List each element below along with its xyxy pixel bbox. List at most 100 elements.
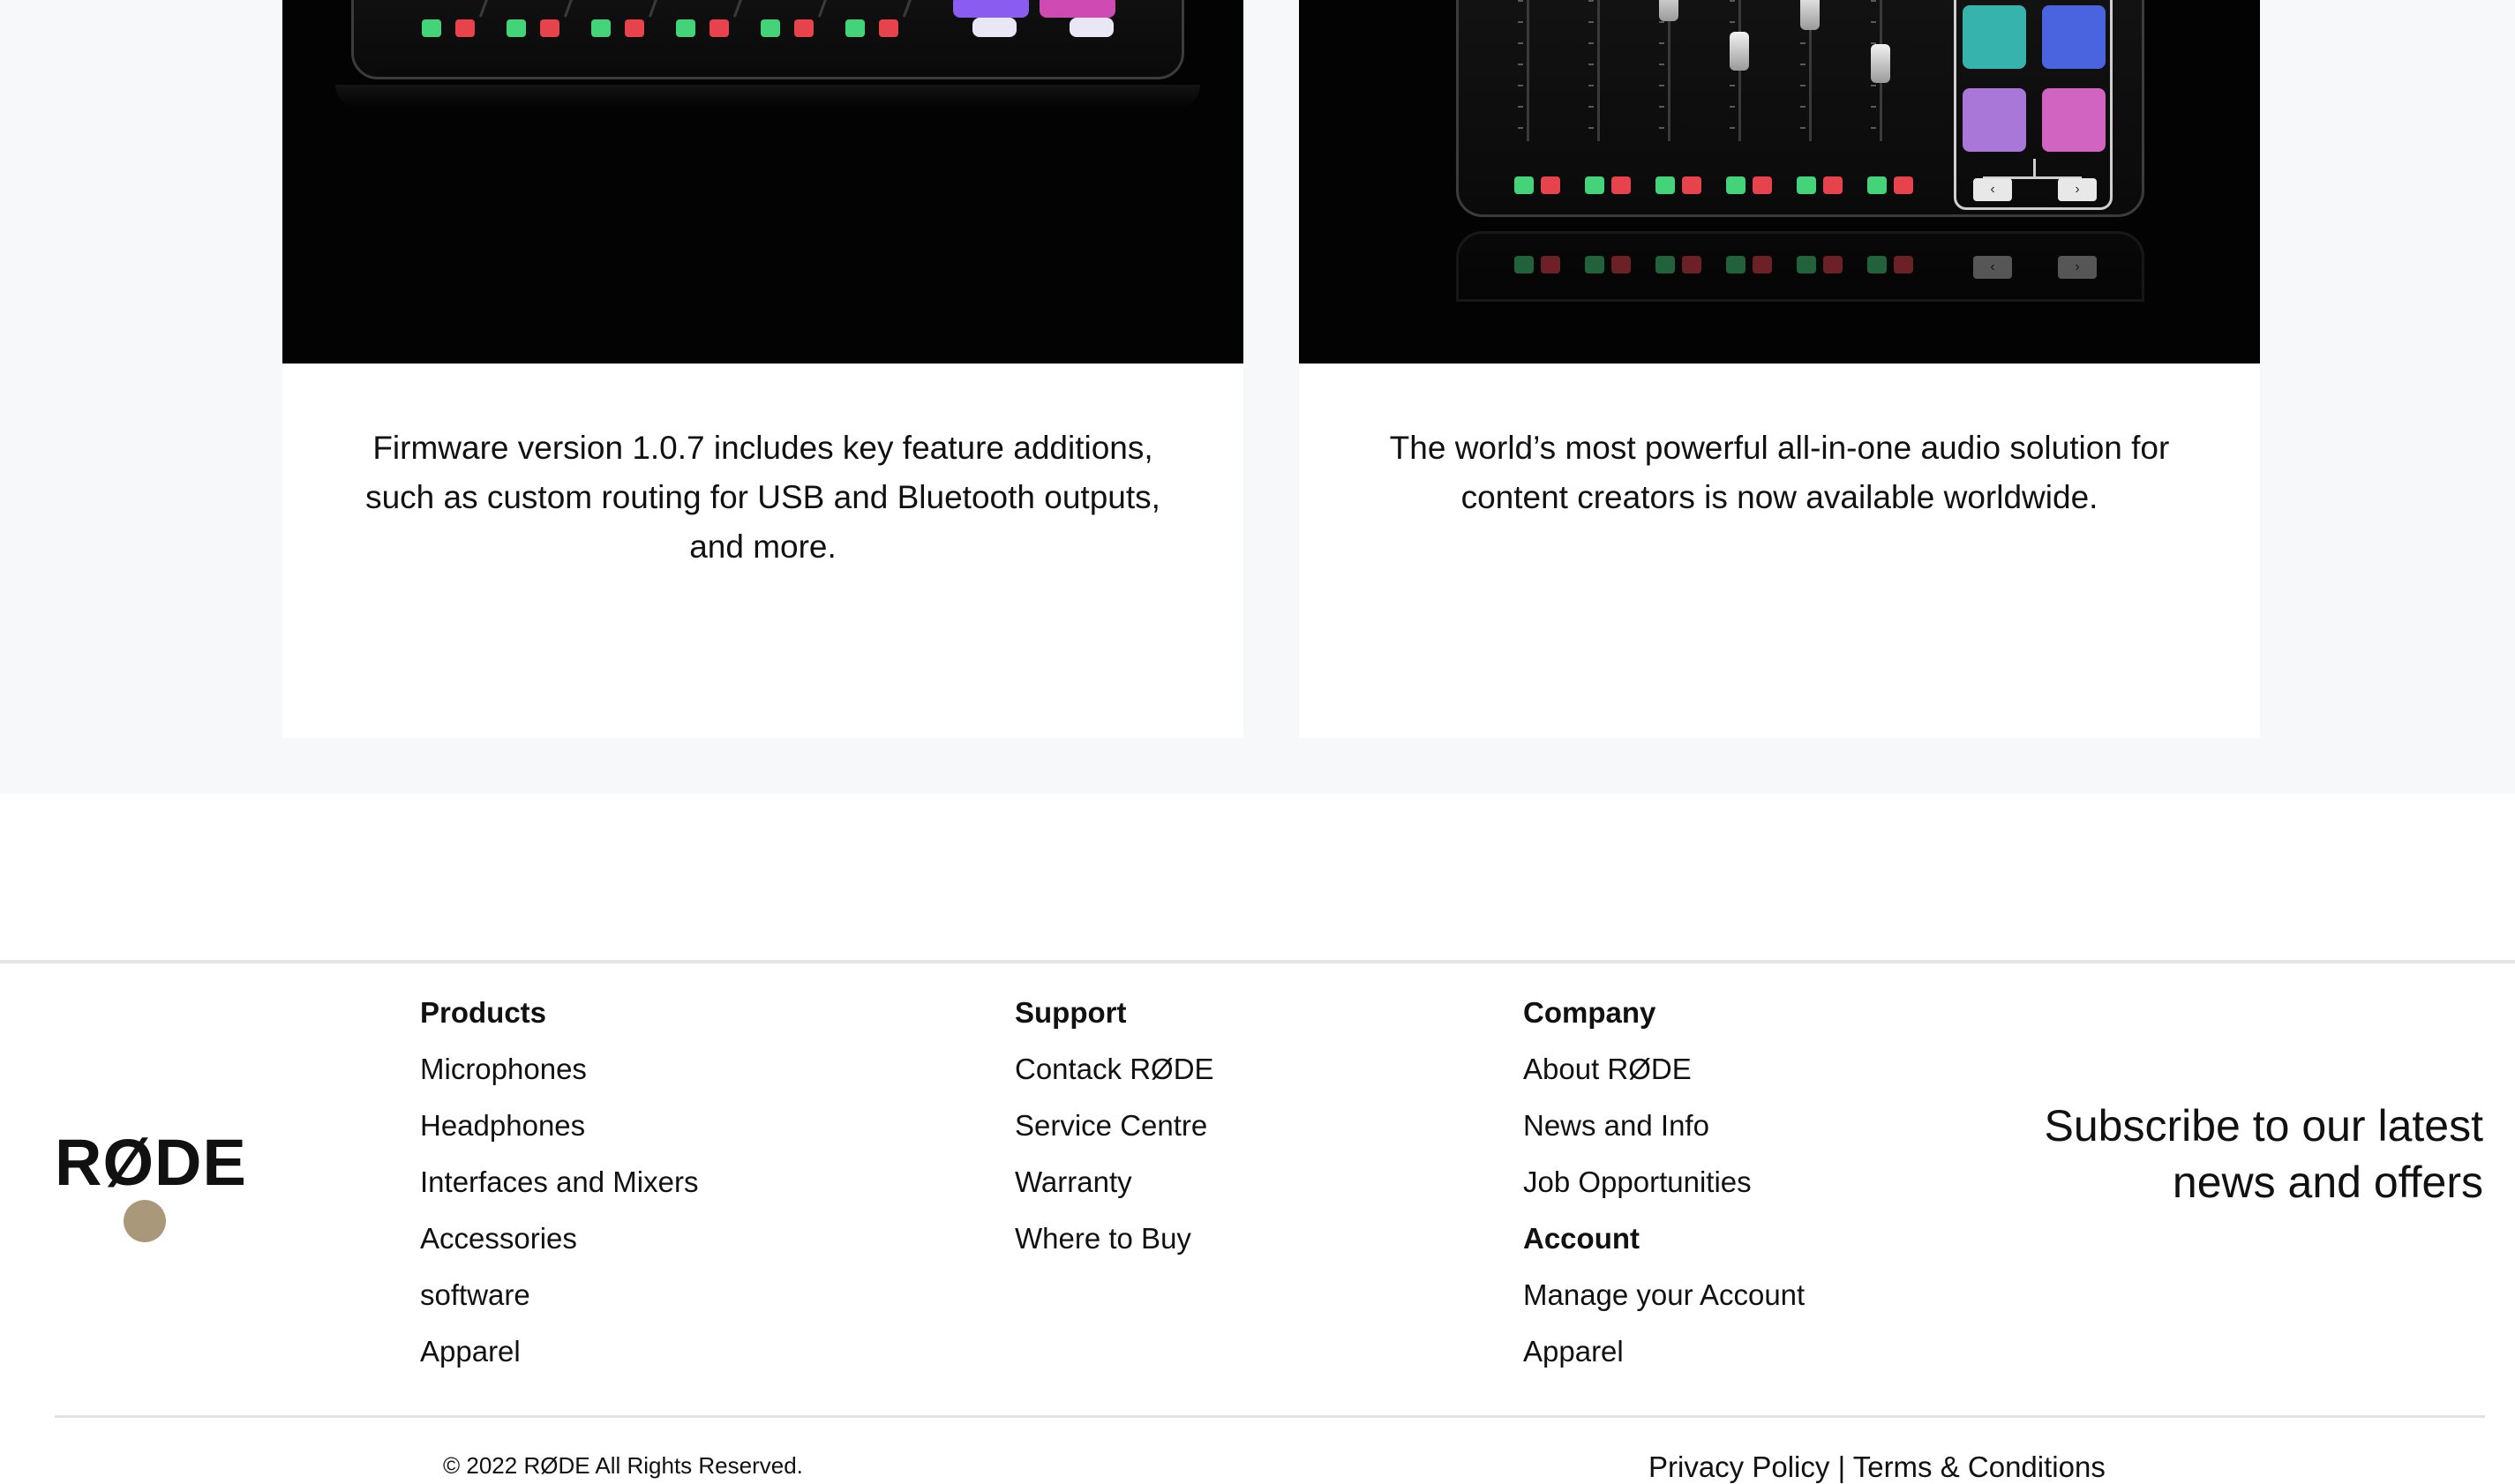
fader-tick [1871,85,1876,86]
fader-cap [1871,44,1890,83]
fader-tick [1518,42,1523,44]
news-card-description: Firmware version 1.0.7 includes key feat… [365,430,1160,565]
channel-solo-button [455,19,475,37]
fader-tick [1518,106,1523,108]
footer-link-accessories[interactable]: Accessories [420,1219,698,1276]
fader-tick [1659,106,1664,108]
footer-column-company: Company About RØDE News and Info Job Opp… [1523,993,1805,1389]
rode-logo[interactable]: RØDE [55,1128,247,1198]
channel-mute-button [507,19,526,37]
channel-mute-button [591,19,611,37]
pad-lavender [1963,88,2026,152]
pad-connector [2033,159,2036,178]
channel-solo-reflection [1611,256,1631,274]
card-image-console-left[interactable] [282,0,1243,364]
fader-track [1527,0,1529,141]
terms-conditions-link[interactable]: Terms & Conditions [1853,1450,2106,1483]
news-card-firmware[interactable]: Firmware version 1.0.7 includes key feat… [282,0,1243,738]
news-card-launch[interactable]: ‹ › ‹ › The world’s most powerful all-in… [1299,0,2260,738]
channel-mute-reflection [1514,256,1534,274]
fader-tick [1800,64,1806,65]
logo-dot-icon [124,1200,166,1242]
fader-tick [1730,0,1735,2]
fader-tick [1659,42,1664,44]
fader-tick [1588,0,1594,2]
channel-solo-button [1823,176,1843,194]
channel-mute-button [422,19,441,37]
footer-link-where-to-buy[interactable]: Where to Buy [1015,1219,1214,1276]
channel-solo-reflection [1753,256,1772,274]
pad-blue [2042,5,2106,69]
subscribe-text[interactable]: Subscribe to our latest news and offers [1989,1098,2484,1210]
channel-mute-reflection [1726,256,1745,274]
footer-link-contact[interactable]: Contack RØDE [1015,1050,1214,1106]
fader-tick [1659,21,1664,23]
fader-tick [1871,127,1876,129]
channel-mute-button [1655,176,1675,194]
footer-link-about[interactable]: About RØDE [1523,1050,1805,1106]
fader-tick [1518,21,1523,23]
channel-mute-button [1514,176,1534,194]
channel-mute-reflection [1867,256,1887,274]
fader-cap [1659,0,1678,21]
fader-tick [1730,21,1735,23]
fader-track [1668,0,1670,141]
footer-link-headphones[interactable]: Headphones [420,1106,698,1163]
channel-solo-reflection [1682,256,1701,274]
fader-tick [1659,85,1664,86]
card-image-console-right[interactable]: ‹ › ‹ › [1299,0,2260,364]
footer-link-jobs[interactable]: Job Opportunities [1523,1163,1805,1219]
channel-solo-button [540,19,559,37]
pad-pink [2042,88,2106,152]
footer-link-apparel[interactable]: Apparel [420,1332,698,1389]
channel-mute-reflection [1585,256,1604,274]
pad-teal [1963,5,2026,69]
channel-solo-button [1682,176,1701,194]
fader-tick [1518,85,1523,86]
fader-tick [1588,106,1594,108]
pad-purple [953,0,1029,18]
fader-tick [1588,85,1594,86]
footer-link-software[interactable]: software [420,1276,698,1332]
legal-separator: | [1837,1450,1846,1483]
footer-link-account-apparel[interactable]: Apparel [1523,1332,1805,1389]
fader-tick [1871,0,1876,2]
fader-tick [1730,85,1735,86]
fader-tick [1800,106,1806,108]
channel-mute-button [1797,176,1816,194]
footer-link-warranty[interactable]: Warranty [1015,1163,1214,1219]
fader-tick [1800,127,1806,129]
pad-pink [1040,0,1115,18]
fader-tick [1659,64,1664,65]
channel-solo-button [879,19,898,37]
support-heading: Support [1015,996,1127,1029]
fader-track [1597,0,1600,141]
channel-mute-button [1867,176,1887,194]
fader-cap [1730,32,1749,71]
chevron-left-icon: ‹ [1973,178,2012,201]
fader-tick [1800,42,1806,44]
news-card-description: The world’s most powerful all-in-one aud… [1389,430,2170,515]
fader-tick [1800,85,1806,86]
footer-bottom-divider [55,1415,2485,1418]
account-heading: Account [1523,1222,1640,1255]
fader-tick [1730,106,1735,108]
footer-link-service-centre[interactable]: Service Centre [1015,1106,1214,1163]
privacy-policy-link[interactable]: Privacy Policy [1648,1450,1829,1483]
fader-tick [1518,64,1523,65]
channel-mute-button [761,19,780,37]
channel-mute-button [676,19,695,37]
fader-tick [1730,127,1735,129]
channel-solo-button [1541,176,1560,194]
news-section: Firmware version 1.0.7 includes key feat… [0,0,2515,794]
footer-link-news-info[interactable]: News and Info [1523,1106,1805,1163]
footer-link-microphones[interactable]: Microphones [420,1050,698,1106]
console-shadow [335,85,1200,108]
footer-column-products: Products Microphones Headphones Interfac… [420,993,698,1389]
footer-link-manage-account[interactable]: Manage your Account [1523,1276,1805,1332]
fader-tick [1588,21,1594,23]
chevron-right-icon-reflection: › [2058,256,2097,279]
chevron-right-icon: › [2058,178,2097,201]
channel-solo-reflection [1541,256,1560,274]
footer-link-interfaces-mixers[interactable]: Interfaces and Mixers [420,1163,698,1219]
